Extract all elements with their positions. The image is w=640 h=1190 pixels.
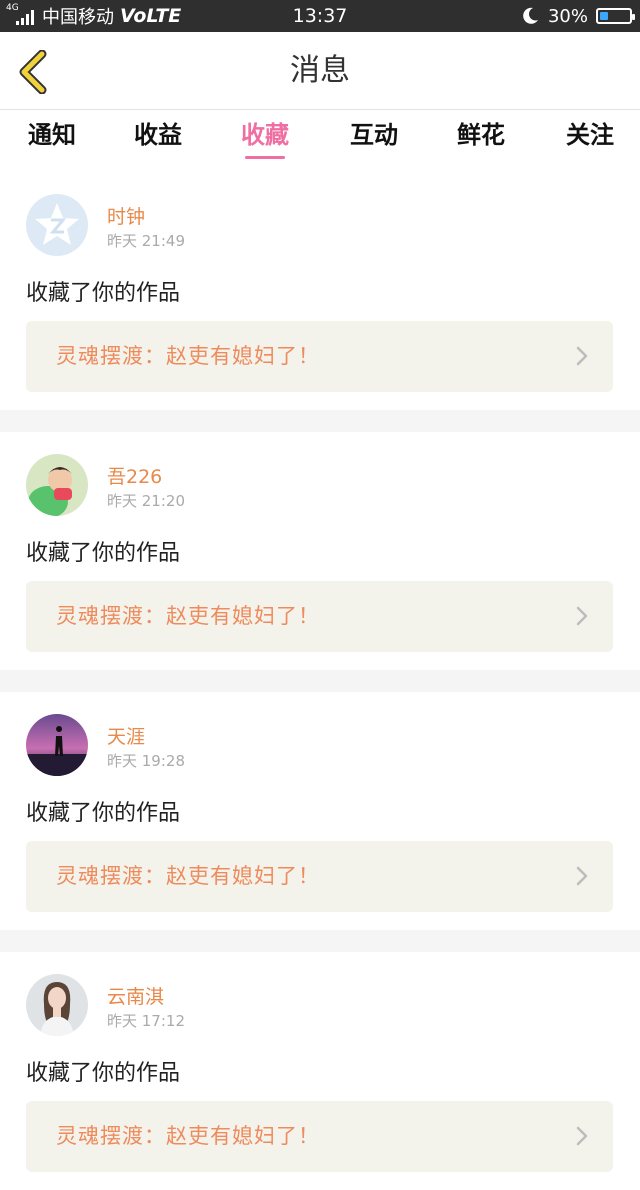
list-item: 吾226 昨天 21:20 收藏了你的作品 灵魂摆渡：赵吏有媳妇了！ — [0, 432, 640, 670]
username[interactable]: 时钟 — [107, 202, 145, 229]
list-item: 天涯 昨天 19:28 收藏了你的作品 灵魂摆渡：赵吏有媳妇了！ — [0, 692, 640, 930]
work-title: 灵魂摆渡：赵吏有媳妇了！ — [56, 604, 320, 628]
tab-label: 收益 — [134, 121, 182, 149]
sunset-silhouette-avatar[interactable] — [26, 714, 88, 776]
tab-label: 通知 — [28, 121, 76, 149]
tab-label: 收藏 — [241, 121, 289, 149]
tab-label: 互动 — [350, 121, 398, 149]
tab-interactions[interactable]: 互动 — [329, 110, 419, 172]
work-title: 灵魂摆渡：赵吏有媳妇了！ — [56, 1124, 320, 1148]
timestamp: 昨天 21:20 — [107, 492, 185, 510]
work-link[interactable]: 灵魂摆渡：赵吏有媳妇了！ — [26, 1101, 613, 1172]
header: 消息 — [0, 32, 640, 110]
status-bar: 4G 中国移动 VoLTE 13:37 30% — [0, 0, 640, 32]
battery-icon — [596, 8, 635, 24]
tab-label: 鲜花 — [457, 121, 505, 149]
action-text: 收藏了你的作品 — [26, 541, 181, 566]
username[interactable]: 云南淇 — [107, 982, 164, 1009]
work-link[interactable]: 灵魂摆渡：赵吏有媳妇了！ — [26, 581, 613, 652]
active-tab-indicator — [245, 156, 285, 159]
username[interactable]: 吾226 — [107, 462, 162, 489]
page-title: 消息 — [290, 53, 350, 88]
timestamp: 昨天 21:49 — [107, 232, 185, 250]
child-photo-avatar[interactable] — [26, 454, 88, 516]
list-item: 云南淇 昨天 17:12 收藏了你的作品 灵魂摆渡：赵吏有媳妇了！ — [0, 952, 640, 1190]
tab-favorites[interactable]: 收藏 — [220, 110, 310, 172]
tab-label: 关注 — [566, 121, 614, 149]
tab-bar: 通知 收益 收藏 互动 鲜花 关注 — [0, 110, 640, 172]
tab-flowers[interactable]: 鲜花 — [436, 110, 526, 172]
tab-notifications[interactable]: 通知 — [7, 110, 97, 172]
work-link[interactable]: 灵魂摆渡：赵吏有媳妇了！ — [26, 841, 613, 912]
action-text: 收藏了你的作品 — [26, 801, 181, 826]
username[interactable]: 天涯 — [107, 722, 145, 749]
action-text: 收藏了你的作品 — [26, 281, 181, 306]
list-item: 时钟 昨天 21:49 收藏了你的作品 灵魂摆渡：赵吏有媳妇了！ — [0, 172, 640, 410]
chevron-right-icon — [576, 346, 588, 366]
woman-photo-avatar[interactable] — [26, 974, 88, 1036]
work-title: 灵魂摆渡：赵吏有媳妇了！ — [56, 344, 320, 368]
timestamp: 昨天 19:28 — [107, 752, 185, 770]
default-avatar-icon[interactable] — [26, 194, 88, 256]
tab-earnings[interactable]: 收益 — [113, 110, 203, 172]
chevron-right-icon — [576, 606, 588, 626]
timestamp: 昨天 17:12 — [107, 1012, 185, 1030]
tab-following[interactable]: 关注 — [545, 110, 635, 172]
do-not-disturb-moon-icon — [523, 7, 538, 24]
battery-percent: 30% — [547, 5, 588, 27]
chevron-right-icon — [576, 866, 588, 886]
work-link[interactable]: 灵魂摆渡：赵吏有媳妇了！ — [26, 321, 613, 392]
action-text: 收藏了你的作品 — [26, 1061, 181, 1086]
chevron-right-icon — [576, 1126, 588, 1146]
work-title: 灵魂摆渡：赵吏有媳妇了！ — [56, 864, 320, 888]
